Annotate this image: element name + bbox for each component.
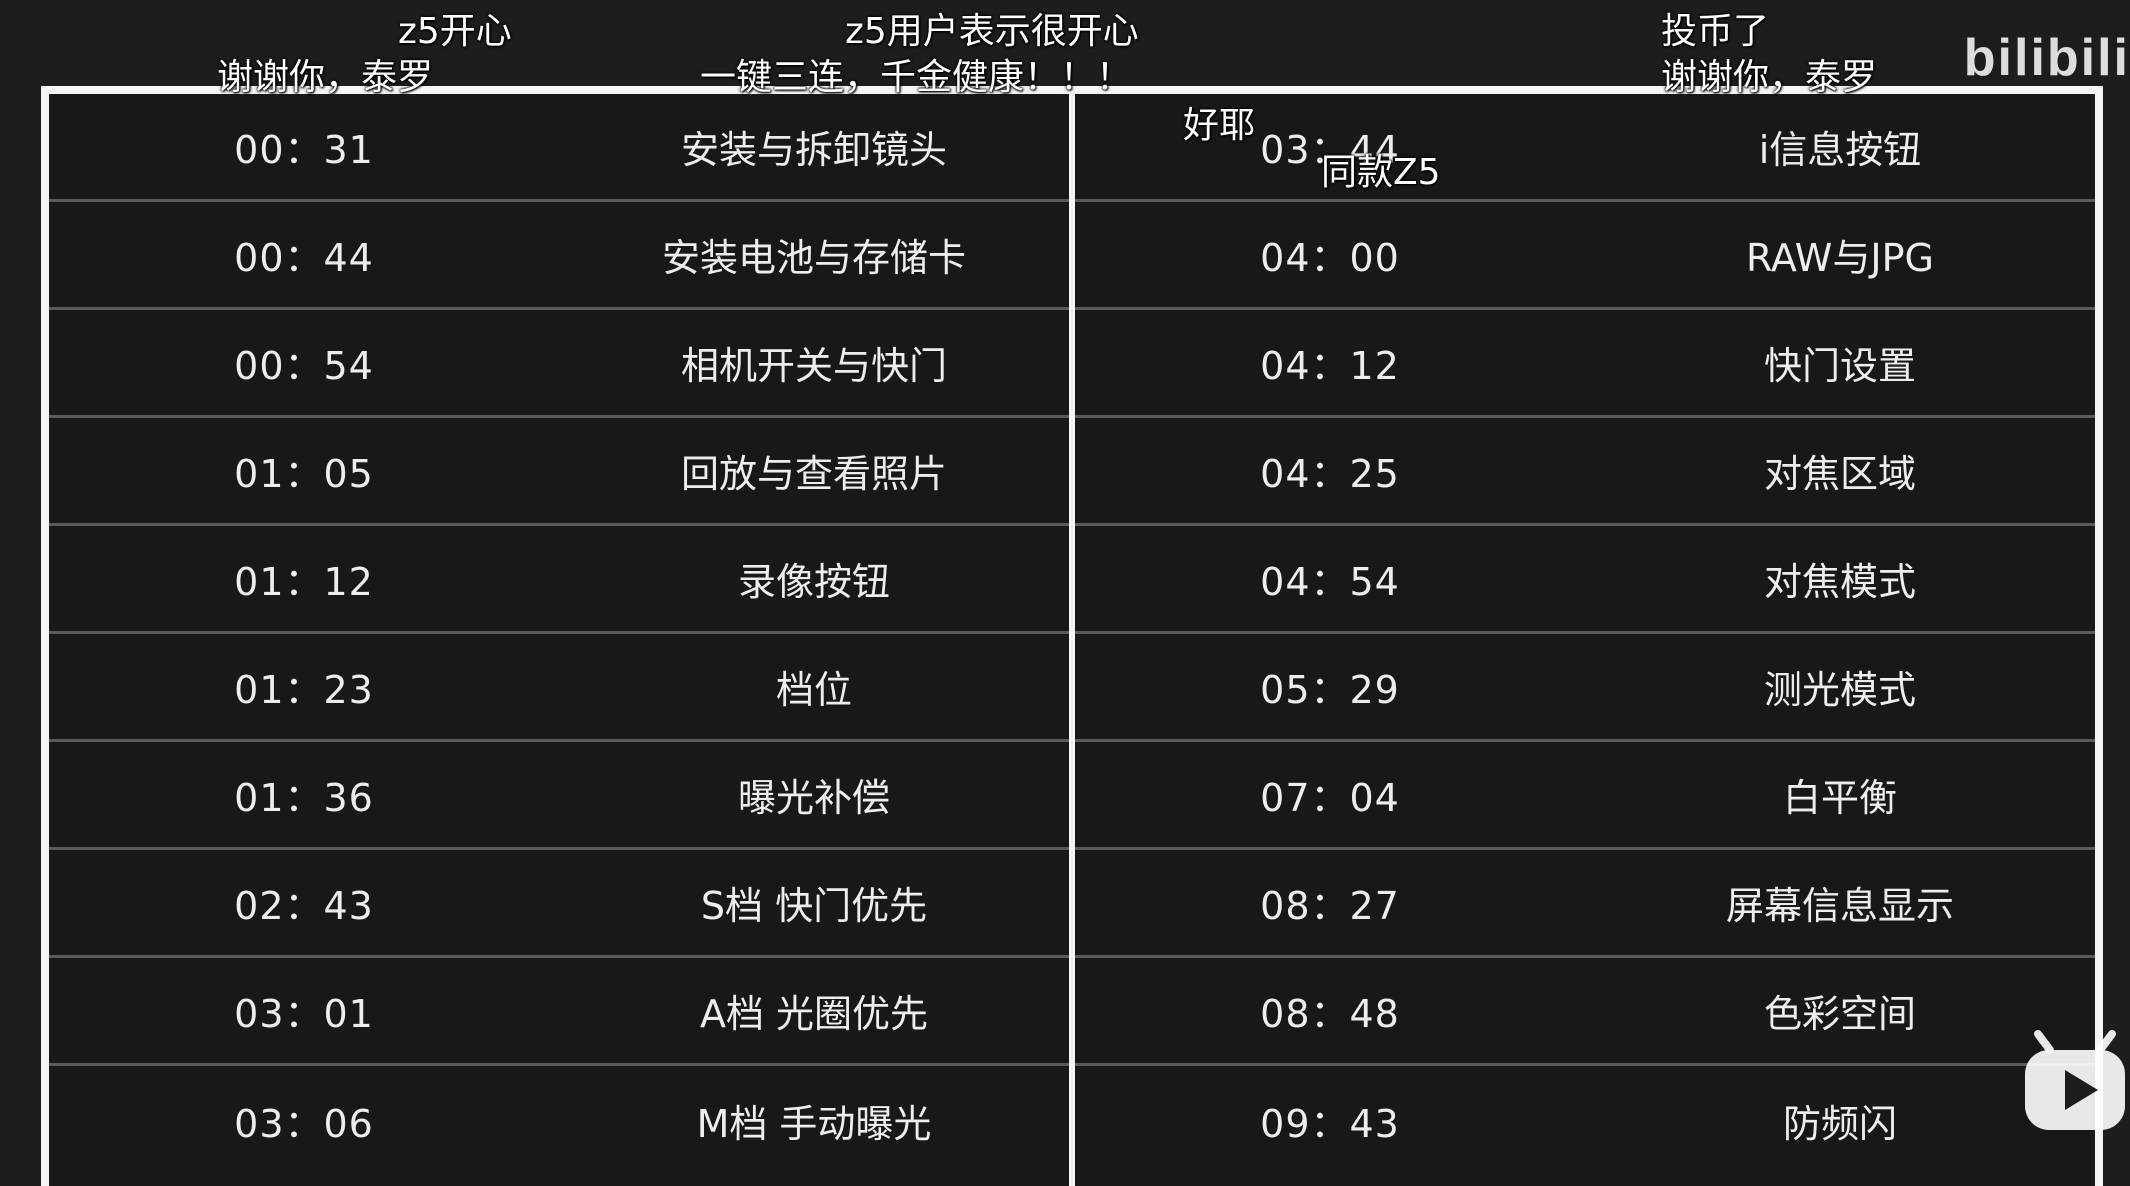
chapter-table: 00：31 安装与拆卸镜头 00：44 安装电池与存储卡 00：54 相机开关与…	[41, 86, 2103, 1186]
chapter-time: 00：31	[234, 128, 374, 172]
chapter-title: A档 光圈优先	[699, 992, 929, 1036]
chapter-time: 00：54	[234, 344, 374, 388]
chapter-title: 快门设置	[1763, 344, 1916, 388]
chapter-row: 01：05 回放与查看照片	[49, 418, 1069, 526]
chapter-title: RAW与JPG	[1746, 236, 1934, 280]
danmaku-comment: 投币了	[1661, 11, 1770, 52]
chapter-time: 08：27	[1260, 884, 1400, 928]
chapter-title: 测光模式	[1763, 668, 1916, 712]
chapter-title: M档 手动曝光	[696, 1101, 932, 1146]
chapter-title: 安装电池与存储卡	[661, 236, 966, 280]
chapter-title: 回放与查看照片	[680, 452, 947, 496]
danmaku-comment: 一键三连，千金健康！！！	[700, 57, 1133, 98]
chapter-title: 防频闪	[1782, 1101, 1897, 1146]
chapter-time: 03：01	[234, 992, 374, 1036]
chapter-time: 08：48	[1260, 992, 1400, 1036]
chapter-time: 05：29	[1260, 668, 1400, 712]
chapter-title: S档 快门优先	[700, 884, 928, 928]
danmaku-comment: 谢谢你，泰罗	[1661, 57, 1878, 98]
chapter-time: 01：12	[234, 560, 374, 604]
chapter-time: 04：25	[1260, 452, 1400, 496]
chapter-title: 安装与拆卸镜头	[680, 128, 947, 172]
danmaku-comment: 好耶	[1183, 105, 1256, 146]
chapter-row: 04：54 对焦模式	[1075, 526, 2095, 634]
danmaku-comment: 谢谢你，泰罗	[217, 57, 434, 98]
chapter-title: 档位	[775, 668, 852, 712]
chapter-row: 05：29 测光模式	[1075, 634, 2095, 742]
chapter-time: 01：36	[234, 776, 374, 820]
chapter-time: 04：54	[1260, 560, 1400, 604]
chapter-row: 07：04 白平衡	[1075, 742, 2095, 850]
chapter-time: 04：00	[1260, 236, 1400, 280]
chapter-title: 对焦区域	[1763, 452, 1916, 496]
chapter-row: 04：00 RAW与JPG	[1075, 202, 2095, 310]
chapter-time: 07：04	[1260, 776, 1400, 820]
chapter-row: 09：43 防频闪	[1075, 1066, 2095, 1174]
bilibili-watermark-logo: bilibili	[1963, 29, 2130, 87]
chapter-row: 00：54 相机开关与快门	[49, 310, 1069, 418]
chapter-time: 01：23	[234, 668, 374, 712]
chapter-title: 录像按钮	[737, 560, 890, 604]
play-icon[interactable]	[2020, 1030, 2130, 1138]
danmaku-comment: 同款Z5	[1321, 152, 1441, 193]
chapter-time: 09：43	[1260, 1101, 1400, 1146]
chapter-table-right-column: 03：44 i信息按钮 04：00 RAW与JPG 04：12 快门设置 04：…	[1072, 94, 2095, 1186]
chapter-row: 03：01 A档 光圈优先	[49, 958, 1069, 1066]
chapter-title: 屏幕信息显示	[1725, 884, 1954, 928]
chapter-time: 01：05	[234, 452, 374, 496]
chapter-title: 曝光补偿	[737, 776, 890, 820]
chapter-row: 01：36 曝光补偿	[49, 742, 1069, 850]
chapter-row: 04：25 对焦区域	[1075, 418, 2095, 526]
chapter-time: 00：44	[234, 236, 374, 280]
chapter-title: 白平衡	[1782, 776, 1897, 820]
chapter-title: 色彩空间	[1763, 992, 1916, 1036]
chapter-row: 01：23 档位	[49, 634, 1069, 742]
chapter-row: 00：31 安装与拆卸镜头	[49, 94, 1069, 202]
chapter-time: 02：43	[234, 884, 374, 928]
chapter-row: 01：12 录像按钮	[49, 526, 1069, 634]
chapter-row: 08：27 屏幕信息显示	[1075, 850, 2095, 958]
chapter-table-left-column: 00：31 安装与拆卸镜头 00：44 安装电池与存储卡 00：54 相机开关与…	[49, 94, 1072, 1186]
chapter-time: 04：12	[1260, 344, 1400, 388]
chapter-title: i信息按钮	[1758, 128, 1922, 172]
danmaku-comment: z5开心	[398, 11, 512, 52]
chapter-time: 03：06	[234, 1101, 374, 1146]
chapter-row: 02：43 S档 快门优先	[49, 850, 1069, 958]
chapter-row: 03：06 M档 手动曝光	[49, 1066, 1069, 1174]
chapter-title: 相机开关与快门	[680, 344, 947, 388]
chapter-row: 04：12 快门设置	[1075, 310, 2095, 418]
chapter-row: 00：44 安装电池与存储卡	[49, 202, 1069, 310]
chapter-title: 对焦模式	[1763, 560, 1916, 604]
chapter-row: 08：48 色彩空间	[1075, 958, 2095, 1066]
danmaku-comment: z5用户表示很开心	[845, 11, 1139, 52]
